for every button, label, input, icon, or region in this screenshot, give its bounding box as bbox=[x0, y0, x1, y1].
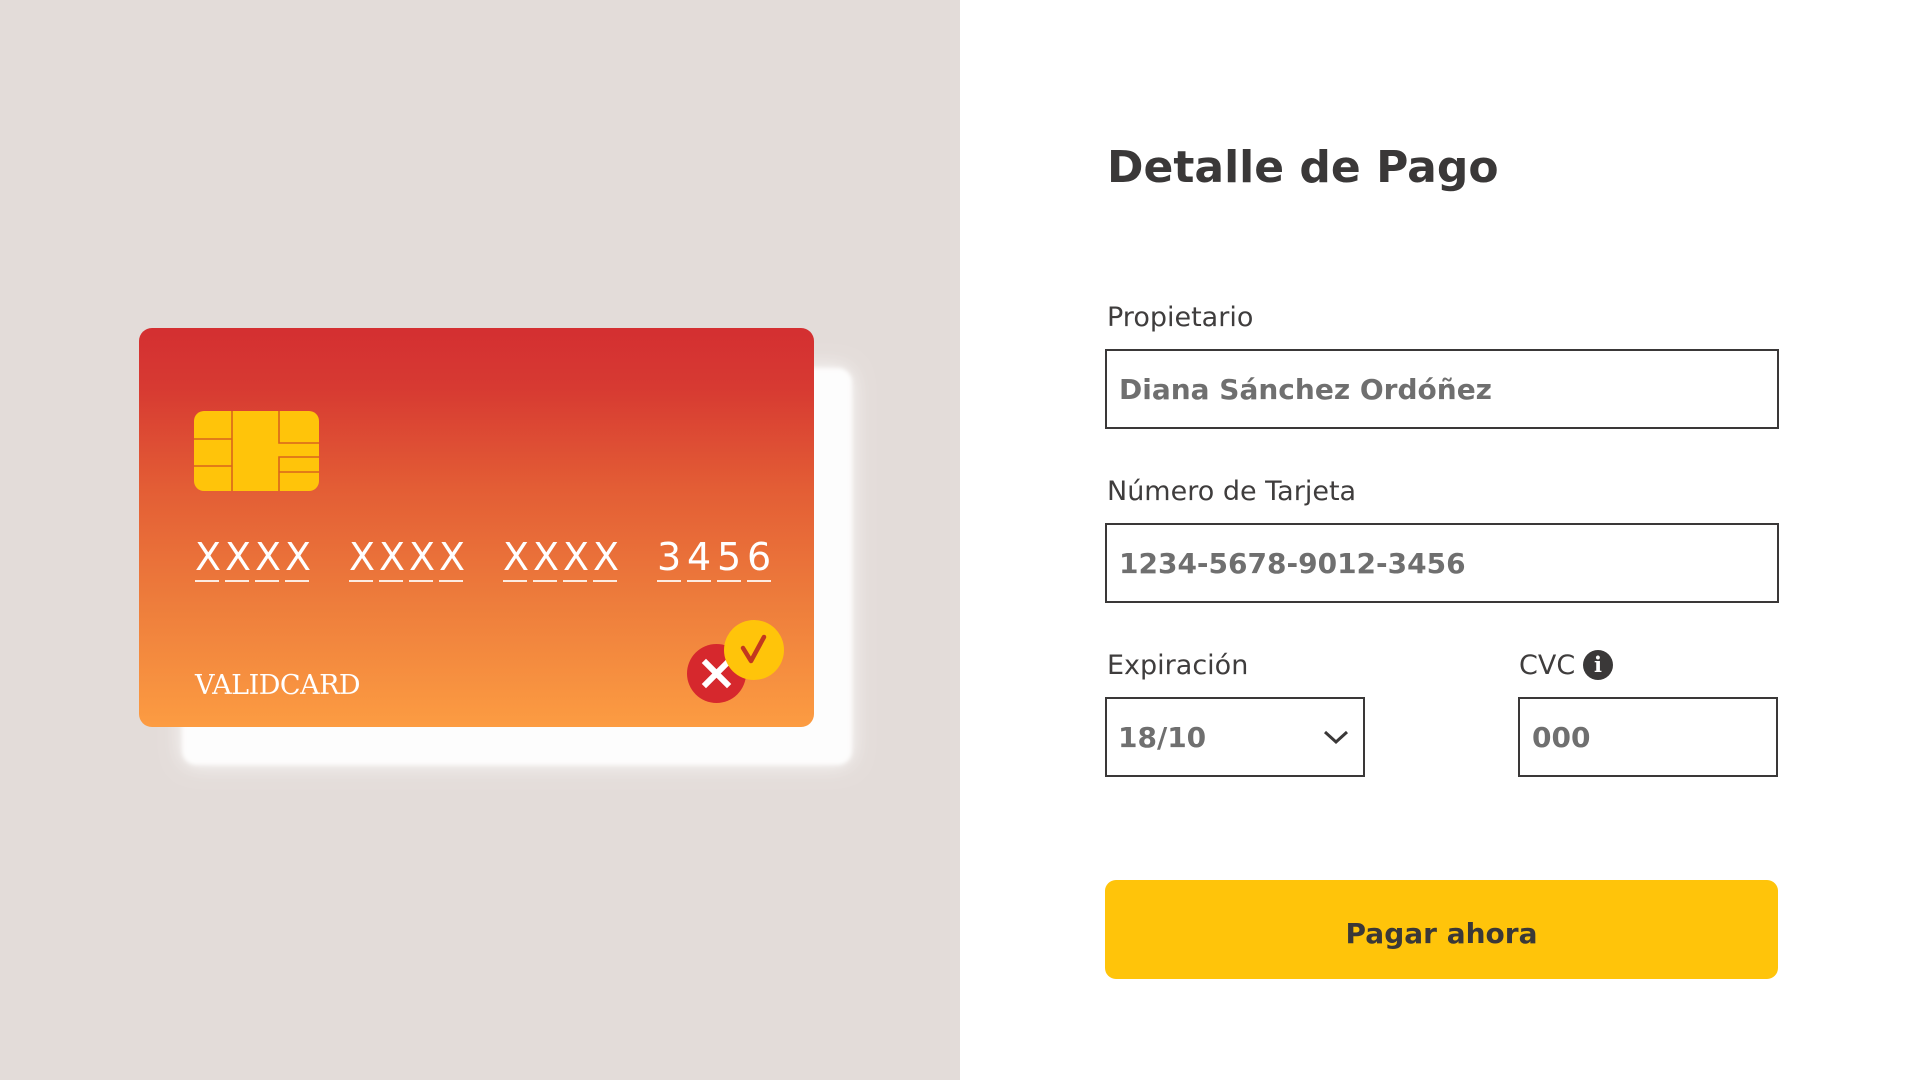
expiration-label: Expiración bbox=[1107, 650, 1249, 681]
card-digit: 6 bbox=[747, 534, 771, 582]
card-number-group: X X X X bbox=[349, 534, 465, 588]
card-digit: X bbox=[533, 534, 559, 582]
chevron-down-icon bbox=[1323, 730, 1349, 745]
card-number-display: X X X X X X X X X X X X 3 4 5 6 bbox=[195, 534, 771, 588]
card-digit: X bbox=[563, 534, 589, 582]
card-digit: 3 bbox=[657, 534, 681, 582]
card-digit: X bbox=[439, 534, 465, 582]
card-digit: X bbox=[503, 534, 529, 582]
chip-icon bbox=[194, 411, 319, 491]
card-number-group: 3 4 5 6 bbox=[657, 534, 771, 588]
card-digit: X bbox=[349, 534, 375, 582]
card-preview-panel: X X X X X X X X X X X X 3 4 5 6 VALIDCAR… bbox=[0, 0, 960, 1080]
card-digit: 4 bbox=[687, 534, 711, 582]
card-number-input[interactable] bbox=[1105, 523, 1779, 603]
card-number-group: X X X X bbox=[195, 534, 311, 588]
check-icon bbox=[724, 620, 784, 680]
credit-card-preview: X X X X X X X X X X X X 3 4 5 6 VALIDCAR… bbox=[139, 328, 814, 727]
card-digit: X bbox=[285, 534, 311, 582]
info-icon[interactable]: i bbox=[1583, 650, 1613, 680]
owner-input[interactable] bbox=[1105, 349, 1779, 429]
expiration-select[interactable]: 18/10 bbox=[1105, 697, 1365, 777]
card-number-label: Número de Tarjeta bbox=[1107, 476, 1357, 507]
page-title: Detalle de Pago bbox=[1107, 142, 1499, 193]
pay-now-button[interactable]: Pagar ahora bbox=[1105, 880, 1778, 979]
cvc-label: CVC bbox=[1519, 650, 1576, 681]
card-digit: X bbox=[379, 534, 405, 582]
card-digit: X bbox=[593, 534, 619, 582]
card-digit: X bbox=[195, 534, 221, 582]
expiration-value: 18/10 bbox=[1118, 720, 1207, 754]
card-digit: X bbox=[255, 534, 281, 582]
card-digit: X bbox=[409, 534, 435, 582]
card-number-group: X X X X bbox=[503, 534, 619, 588]
card-digit: 5 bbox=[717, 534, 741, 582]
card-brand-logo: VALIDCARD bbox=[195, 670, 361, 701]
owner-label: Propietario bbox=[1107, 302, 1254, 333]
cvc-input[interactable] bbox=[1518, 697, 1778, 777]
card-digit: X bbox=[225, 534, 251, 582]
